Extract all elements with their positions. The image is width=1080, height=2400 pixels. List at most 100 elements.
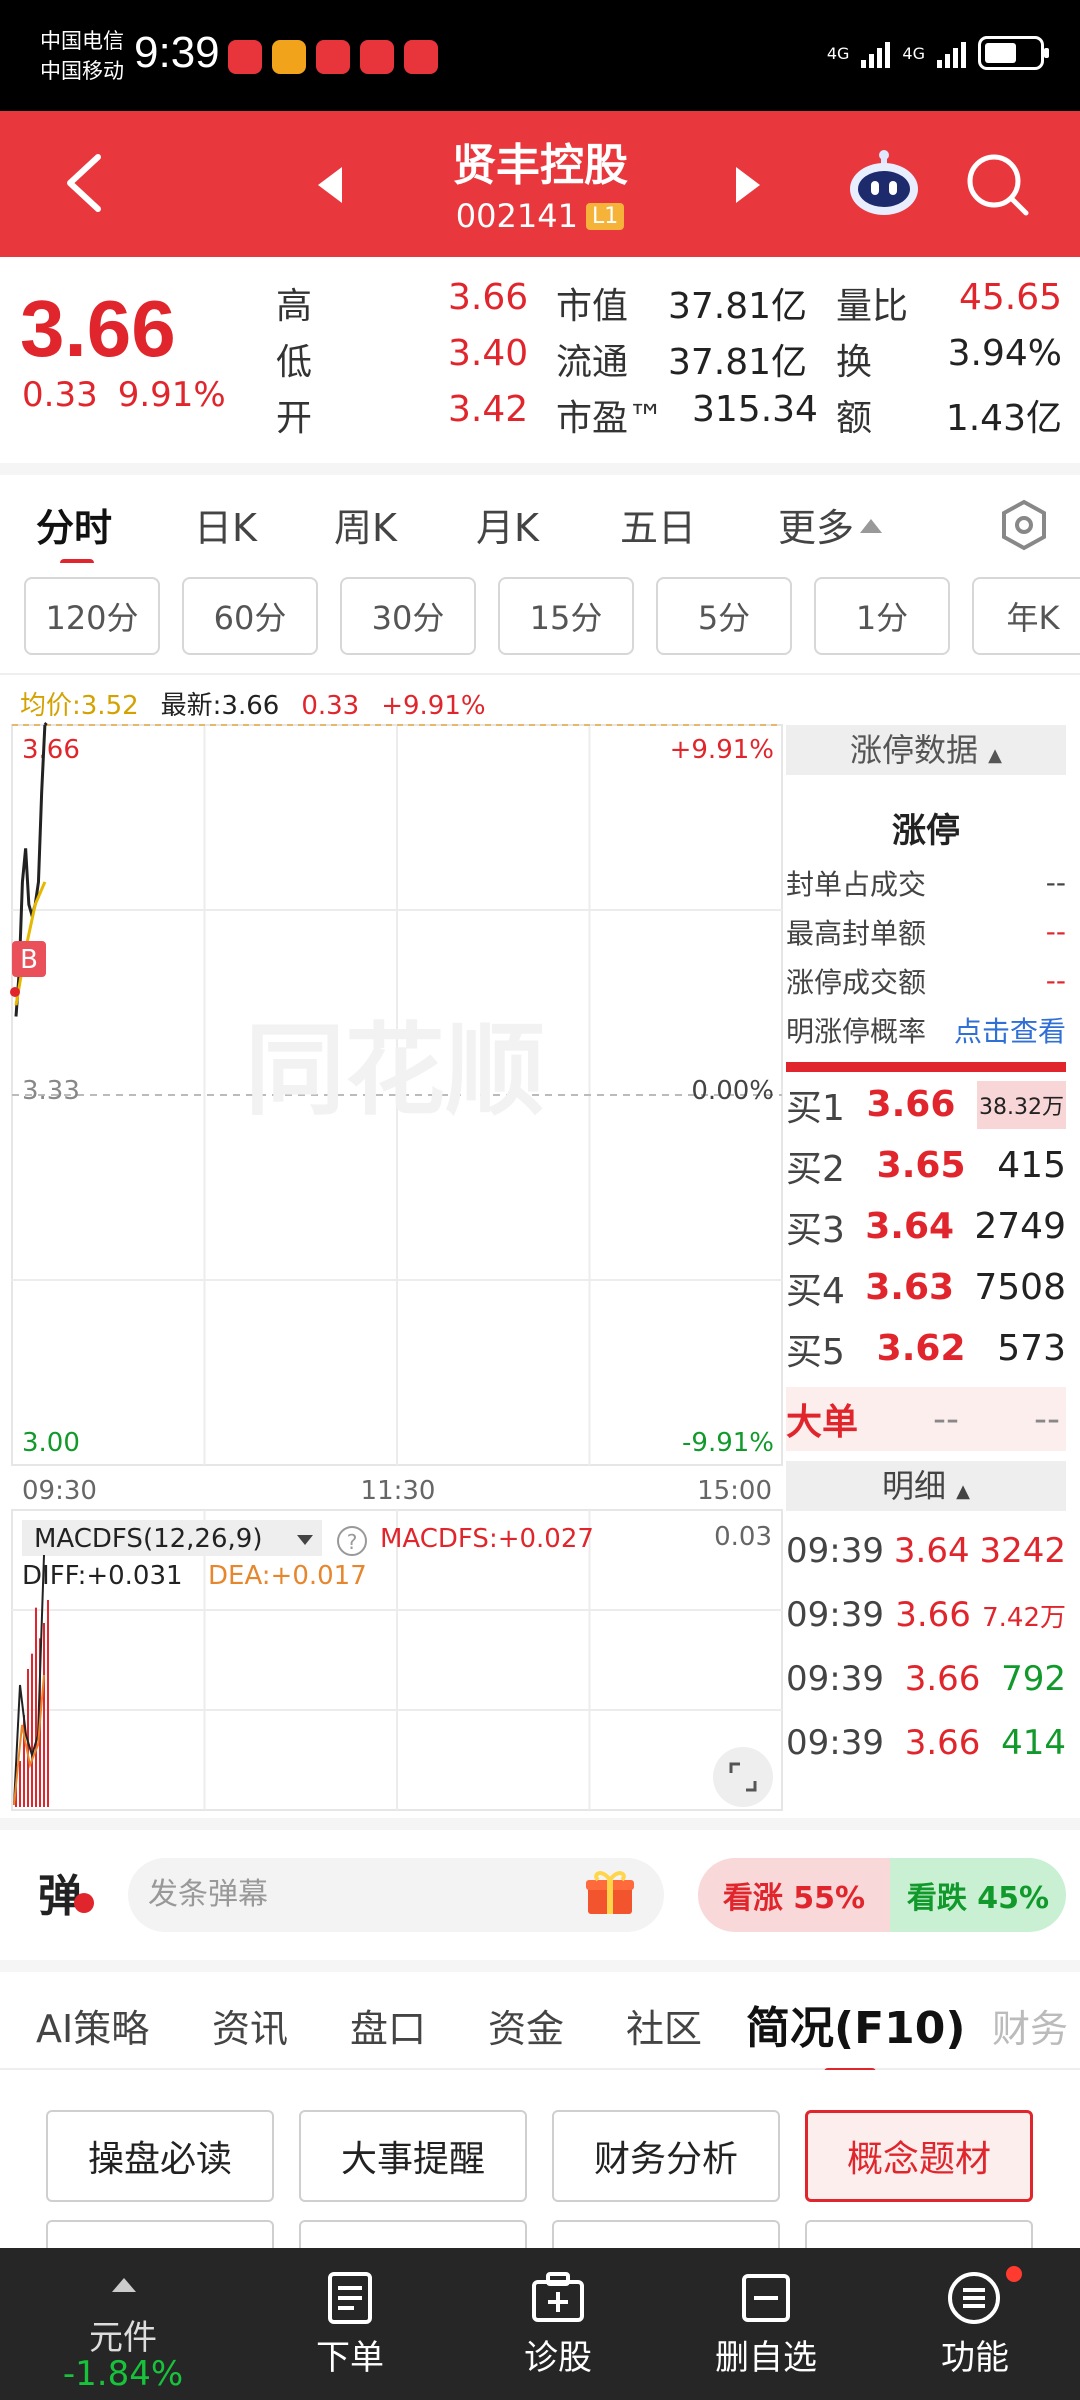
divider-red	[786, 1062, 1066, 1072]
watermark: 同花顺	[245, 1012, 545, 1129]
trade-row: 09:39 3.66 792	[786, 1647, 1066, 1711]
pe-label: 市盈™	[556, 398, 665, 439]
open-value: 3.42	[448, 389, 529, 430]
price-line-tail	[43, 722, 48, 726]
tab-news[interactable]: 资讯	[212, 1998, 288, 2053]
mcap-label: 市值	[556, 286, 629, 327]
back-arrow-icon[interactable]	[58, 151, 112, 215]
prev-stock-icon[interactable]	[318, 167, 342, 203]
period-1min[interactable]: 1分	[814, 577, 950, 655]
price-mid-label: 3.33	[22, 1076, 80, 1106]
big-order-label: 大单	[786, 1402, 859, 1443]
bid-price: 3.65	[876, 1145, 966, 1186]
concept-theme-button[interactable]: 概念题材	[805, 2110, 1033, 2202]
nav-element-label: 元件	[89, 2318, 157, 2358]
period-30min[interactable]: 30分	[340, 577, 476, 655]
float-label: 流通	[556, 342, 629, 383]
carrier-2: 中国移动	[40, 59, 124, 83]
financial-analysis-button[interactable]: 财务分析	[552, 2110, 780, 2202]
app-notification-icon	[360, 40, 394, 74]
macd-bar	[47, 1600, 49, 1807]
events-button[interactable]: 大事提醒	[299, 2110, 527, 2202]
ai-robot-icon[interactable]	[846, 147, 922, 217]
volume-ratio-label: 量比	[836, 286, 909, 327]
tab-more[interactable]: 更多	[778, 497, 883, 552]
nav-diagnose[interactable]: 诊股	[454, 2248, 662, 2400]
tab-intraday[interactable]: 分时	[36, 497, 112, 552]
next-stock-icon[interactable]	[736, 167, 760, 203]
row-label: 最高封单额	[786, 916, 927, 950]
high-value: 3.66	[448, 277, 529, 318]
stock-code: 002141	[455, 197, 578, 235]
app-notification-icon	[228, 40, 262, 74]
tab-capital[interactable]: 资金	[488, 1998, 564, 2053]
trade-row: 09:39 3.66 414	[786, 1711, 1066, 1775]
settings-hexagon-icon[interactable]	[998, 499, 1050, 551]
trade-time: 09:39	[786, 1723, 884, 1763]
period-60min[interactable]: 60分	[182, 577, 318, 655]
nav-functions[interactable]: 功能	[870, 2248, 1080, 2400]
bid-price: 3.64	[865, 1206, 955, 1247]
carrier-labels: 中国电信 中国移动	[40, 26, 124, 86]
danmaku-toggle-icon[interactable]: 弹	[38, 1860, 94, 1924]
order-document-icon	[328, 2272, 372, 2324]
big-order-row[interactable]: 大单 -- --	[786, 1387, 1066, 1451]
limit-up-title: 涨停	[892, 811, 960, 851]
gift-icon[interactable]	[584, 1866, 636, 1918]
buy-marker[interactable]: B	[12, 941, 46, 977]
open-label: 开	[276, 398, 313, 439]
pe-value: 315.34	[692, 389, 818, 430]
bid-label: 买3	[786, 1209, 845, 1251]
trade-price: 3.66	[904, 1723, 981, 1763]
time-label-mid: 11:30	[361, 1476, 436, 1506]
tab-weekly-k[interactable]: 周K	[334, 497, 397, 552]
trade-volume: 7.42万	[982, 1602, 1066, 1633]
period-yearly-k[interactable]: 年K	[972, 577, 1080, 655]
bullish-vote-button[interactable]: 看涨 55%	[698, 1858, 890, 1932]
tab-financials[interactable]: 财务	[992, 1998, 1068, 2053]
mcap-value: 37.81亿	[668, 286, 808, 327]
row-value: --	[1045, 915, 1066, 948]
period-120min[interactable]: 120分	[24, 577, 160, 655]
nav-place-order[interactable]: 下单	[246, 2248, 454, 2400]
tab-order-book[interactable]: 盘口	[350, 1998, 426, 2053]
intraday-chart[interactable]: 同花顺 3.66 3.33 3.00 +9.91% 0.00% -9.91% 0…	[0, 675, 786, 1820]
app-notification-icon	[404, 40, 438, 74]
bid-row: 买2 3.65 415	[786, 1135, 1066, 1196]
signal-icon	[861, 38, 891, 68]
bearish-vote-button[interactable]: 看跌 45%	[890, 1858, 1066, 1932]
limit-up-data-toggle[interactable]: 涨停数据 ▲	[786, 725, 1066, 775]
macd-value: MACDFS:+0.027	[380, 1524, 594, 1554]
limit-up-row: 明涨停概率 点击查看	[786, 1005, 1066, 1054]
trade-time: 09:39	[786, 1595, 884, 1635]
period-5min[interactable]: 5分	[656, 577, 792, 655]
tab-ai-strategy[interactable]: AI策略	[36, 1998, 149, 2053]
tab-five-day[interactable]: 五日	[620, 497, 696, 552]
status-right: 4G 4G	[827, 36, 1049, 70]
nav-element-value: -1.84%	[62, 2354, 184, 2394]
trade-detail-head: 明细	[881, 1467, 946, 1505]
notification-icons	[228, 40, 438, 74]
bid-row: 买4 3.63 7508	[786, 1257, 1066, 1318]
turnover-value: 3.94%	[947, 333, 1062, 374]
limit-up-head: 涨停数据	[849, 731, 978, 769]
search-icon[interactable]	[964, 151, 1030, 217]
intraday-chart-area: 均价:3.52 最新:3.66 0.33 +9.91% 同花顺 3.66 3.33 3…	[0, 673, 1080, 1818]
fullscreen-button	[713, 1747, 773, 1807]
nav-remove-watchlist[interactable]: 删自选	[662, 2248, 870, 2400]
bid-price: 3.66	[866, 1084, 956, 1125]
tab-community[interactable]: 社区	[626, 1998, 702, 2053]
nav-element[interactable]: 元件 -1.84%	[0, 2248, 246, 2400]
tab-daily-k[interactable]: 日K	[194, 497, 257, 552]
row-label: 涨停成交额	[786, 965, 927, 999]
tab-monthly-k[interactable]: 月K	[476, 497, 539, 552]
change-amount: 0.33	[22, 375, 98, 415]
tab-f10[interactable]: 简况(F10)	[746, 1992, 966, 2056]
view-probability-link[interactable]: 点击查看	[954, 1010, 1066, 1050]
must-read-button[interactable]: 操盘必读	[46, 2110, 274, 2202]
trade-row: 09:39 3.64 3242	[786, 1519, 1066, 1583]
limit-up-row: 涨停成交额 --	[786, 956, 1066, 1005]
trade-detail-toggle[interactable]: 明细 ▲	[786, 1461, 1066, 1511]
remove-watchlist-icon	[742, 2274, 790, 2322]
period-15min[interactable]: 15分	[498, 577, 634, 655]
